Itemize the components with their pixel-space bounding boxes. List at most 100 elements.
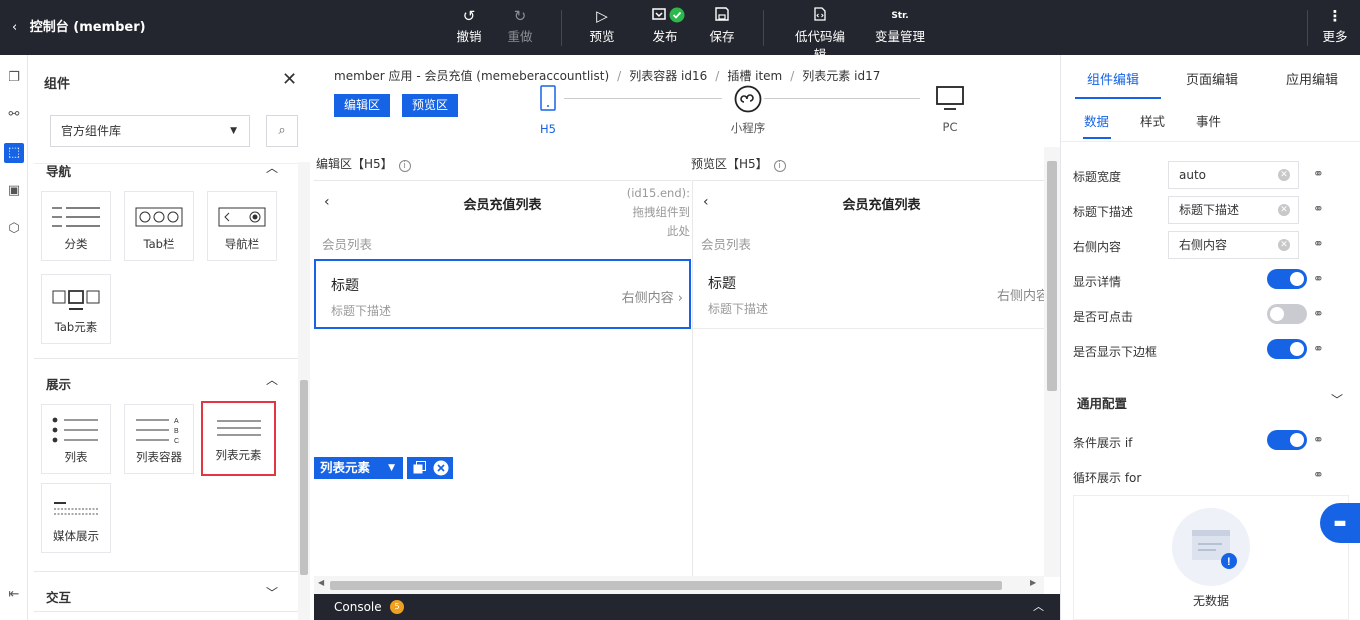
info-icon[interactable]: i — [773, 160, 786, 172]
bottom-border-toggle[interactable] — [1267, 339, 1307, 359]
tab-page-edit[interactable]: 页面编辑 — [1186, 69, 1238, 88]
component-tab-element[interactable]: Tab元素 — [41, 274, 111, 344]
back-icon[interactable]: ‹ — [12, 0, 17, 55]
link-icon[interactable]: ⚭ — [1313, 468, 1324, 483]
canvas-hscrollbar[interactable]: ◀ ▶ — [314, 576, 1044, 594]
delete-icon[interactable] — [433, 460, 449, 479]
list-container-glyph-icon: ABC — [125, 411, 193, 449]
chevron-down-icon[interactable]: ﹀ — [266, 584, 278, 601]
cell-title: 标题 — [331, 278, 359, 294]
components-icon[interactable]: ⬚ — [4, 143, 24, 163]
subtab-style[interactable]: 样式 — [1140, 111, 1165, 130]
chevron-up-icon[interactable]: ︿ — [1033, 598, 1044, 614]
component-tabbar[interactable]: Tab栏 — [124, 191, 194, 261]
svg-text:!: ! — [1227, 556, 1231, 568]
subtab-data[interactable]: 数据 — [1084, 111, 1109, 130]
pages-icon[interactable]: ❐ — [4, 68, 24, 88]
component-navbar[interactable]: 导航栏 — [207, 191, 277, 261]
chevron-down-icon[interactable]: ﹀ — [1331, 391, 1343, 408]
collapse-menu-icon[interactable]: ⇤ — [4, 585, 24, 605]
mobile-icon — [540, 85, 556, 111]
section-title-display: 展示 — [46, 377, 72, 392]
breadcrumb: member 应用 - 会员充值 (memeberaccountlist) / 列表… — [334, 69, 881, 83]
breadcrumb-item[interactable]: 列表容器 id16 — [629, 69, 707, 83]
scroll-thumb[interactable] — [330, 581, 1002, 590]
code-file-icon — [789, 6, 851, 26]
publish-button[interactable]: 发布 — [649, 6, 689, 50]
data-source-icon[interactable]: ⬡ — [4, 219, 24, 239]
device-miniprogram[interactable]: 小程序 — [726, 85, 770, 136]
image-icon[interactable]: ▣ — [4, 181, 24, 201]
copy-icon[interactable] — [413, 461, 426, 477]
library-select[interactable]: 官方组件库 ▼ — [50, 115, 250, 147]
clear-icon[interactable]: ✕ — [1278, 239, 1290, 251]
console-bar[interactable]: Console 5 ︿ — [314, 594, 1060, 620]
breadcrumb-item[interactable]: 列表元素 id17 — [802, 69, 880, 83]
scroll-thumb[interactable] — [300, 380, 308, 575]
empty-label: 无数据 — [1192, 594, 1229, 608]
component-list-container[interactable]: ABC 列表容器 — [124, 404, 194, 474]
redo-button[interactable]: ↻ 重做 — [507, 6, 533, 50]
monitor-icon — [936, 86, 964, 110]
scroll-right-icon[interactable]: ▶ — [1030, 578, 1036, 587]
more-button[interactable]: ⋮ 更多 — [1322, 6, 1348, 50]
link-icon[interactable]: ⚭ — [1313, 202, 1324, 217]
drop-zone-hint[interactable]: (id15.end): 拖拽组件到此处 — [626, 184, 690, 241]
link-icon[interactable]: ⚭ — [1313, 307, 1324, 322]
chevron-up-icon[interactable]: ︿ — [266, 371, 278, 388]
clickable-toggle[interactable] — [1267, 304, 1307, 324]
tab-component-edit[interactable]: 组件编辑 — [1087, 69, 1139, 88]
toolbar-divider — [763, 10, 764, 46]
info-icon[interactable]: i — [398, 160, 411, 172]
prop-label: 循环展示 for — [1073, 471, 1142, 485]
chat-help-button[interactable]: ▬ — [1320, 503, 1360, 543]
component-category[interactable]: 分类 — [41, 191, 111, 261]
device-pc[interactable]: PC — [934, 85, 966, 134]
component-media[interactable]: 媒体展示 — [41, 483, 111, 553]
device-h5[interactable]: H5 — [534, 85, 562, 136]
component-list: 导航 ︿ 分类 Tab栏 导航栏 Tab元素 展示 ︿ 列表 A B C 列表容… — [34, 163, 298, 620]
list-element-selected[interactable]: 标题 标题下描述 右侧内容 › — [314, 259, 691, 329]
category-glyph-icon — [42, 198, 110, 236]
component-list[interactable]: 列表 — [41, 404, 111, 474]
right-content-input[interactable]: 右侧内容 ✕ — [1168, 231, 1299, 259]
subtab-events[interactable]: 事件 — [1196, 111, 1221, 130]
clear-icon[interactable]: ✕ — [1278, 204, 1290, 216]
link-icon[interactable]: ⚭ — [1313, 433, 1324, 448]
app-title[interactable]: ‹ 控制台 (member) — [12, 0, 146, 55]
cell-title: 标题 — [708, 276, 736, 292]
show-detail-toggle[interactable] — [1267, 269, 1307, 289]
publish-icon — [649, 6, 689, 26]
link-icon[interactable]: ⚭ — [1313, 237, 1324, 252]
undo-button[interactable]: ↺ 撤销 — [456, 6, 482, 50]
clear-icon[interactable]: ✕ — [1278, 169, 1290, 181]
preview-zone-button[interactable]: 预览区 — [402, 94, 459, 117]
scroll-thumb[interactable] — [1047, 161, 1057, 391]
lowcode-edit-button[interactable]: 低代码编辑 — [789, 6, 851, 62]
breadcrumb-item[interactable]: 插槽 item — [727, 69, 782, 83]
selected-component-tag[interactable]: 列表元素 ▼ — [314, 457, 403, 479]
chevron-up-icon[interactable]: ︿ — [266, 164, 278, 176]
chat-icon: ▬ — [1333, 515, 1347, 531]
save-button[interactable]: 保存 — [709, 6, 735, 50]
tree-icon[interactable]: ⚯ — [4, 105, 24, 125]
condition-if-toggle[interactable] — [1267, 430, 1307, 450]
close-icon[interactable]: ✕ — [282, 69, 297, 90]
breadcrumb-item[interactable]: member 应用 - 会员充值 (memeberaccountlist) — [334, 69, 609, 83]
link-icon[interactable]: ⚭ — [1313, 342, 1324, 357]
variable-manage-button[interactable]: Str. 变量管理 — [874, 6, 926, 50]
scroll-left-icon[interactable]: ◀ — [318, 578, 324, 587]
subtitle-input[interactable]: 标题下描述 ✕ — [1168, 196, 1299, 224]
variable-icon: Str. — [891, 11, 909, 21]
canvas-vscrollbar[interactable] — [1044, 147, 1060, 577]
search-button[interactable]: ⌕ — [266, 115, 298, 147]
tab-app-edit[interactable]: 应用编辑 — [1286, 69, 1338, 88]
panel-scrollbar[interactable] — [298, 162, 310, 620]
preview-button[interactable]: ▷ 预览 — [589, 6, 615, 50]
edit-zone-button[interactable]: 编辑区 — [334, 94, 391, 117]
link-icon[interactable]: ⚭ — [1313, 272, 1324, 287]
title-width-input[interactable]: auto ✕ — [1168, 161, 1299, 189]
link-icon[interactable]: ⚭ — [1313, 167, 1324, 182]
component-list-element[interactable]: 列表元素 — [201, 401, 276, 476]
tab-element-glyph-icon — [42, 281, 110, 319]
